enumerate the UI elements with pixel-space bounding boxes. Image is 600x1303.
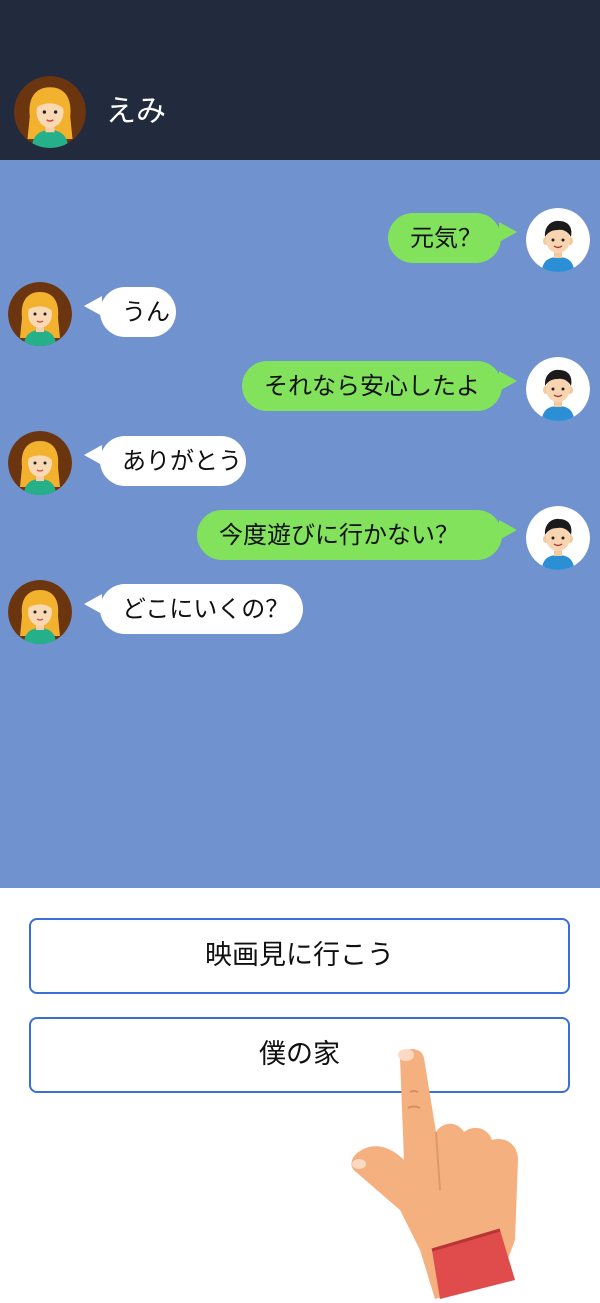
pointing-hand-icon bbox=[340, 1040, 540, 1299]
chat-area: 元気？ うん それなら安心したよ ありがとう 今度遊びに行かない？ どこにいくの… bbox=[0, 160, 600, 888]
incoming-message: どこにいくの？ bbox=[100, 584, 303, 634]
incoming-message: ありがとう bbox=[100, 436, 246, 486]
outgoing-message: 元気？ bbox=[388, 213, 501, 263]
chat-header: えみ bbox=[0, 0, 600, 160]
girl-avatar-icon bbox=[8, 580, 72, 644]
girl-avatar-icon[interactable] bbox=[14, 76, 86, 148]
outgoing-message: 今度遊びに行かない？ bbox=[197, 510, 502, 560]
boy-avatar-icon bbox=[526, 208, 590, 272]
boy-avatar-icon bbox=[526, 357, 590, 421]
boy-avatar-icon bbox=[526, 506, 590, 570]
incoming-message: うん bbox=[100, 287, 176, 337]
contact-name: えみ bbox=[106, 94, 166, 129]
bubble-tail bbox=[499, 222, 517, 242]
girl-avatar-icon bbox=[8, 431, 72, 495]
outgoing-message: それなら安心したよ bbox=[242, 361, 502, 411]
girl-avatar-icon bbox=[8, 282, 72, 346]
reply-option-movie[interactable]: 映画見に行こう bbox=[29, 918, 570, 994]
